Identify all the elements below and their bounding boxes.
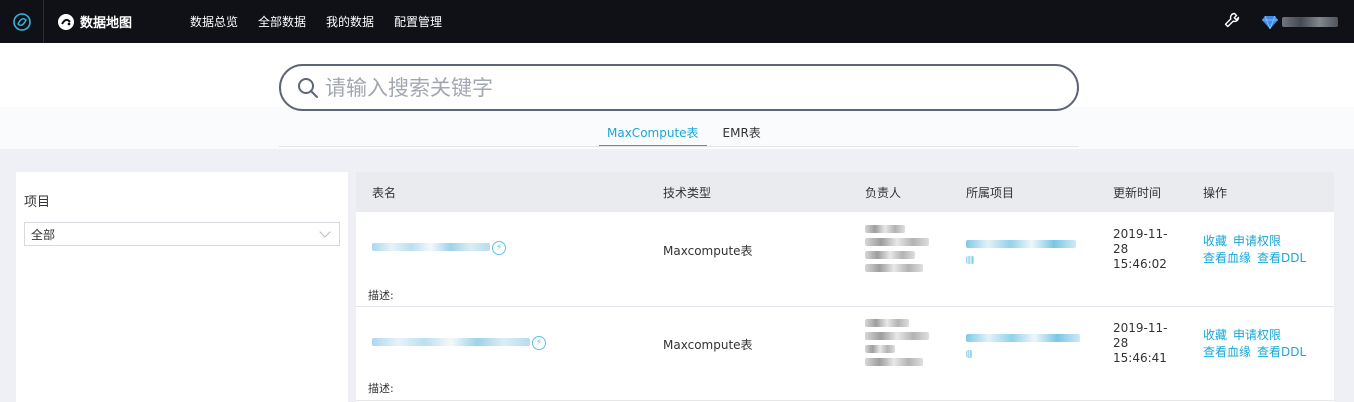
update-time: 2019-11-28 15:46:41 (1113, 321, 1168, 365)
owner-redacted (865, 317, 931, 369)
nav-my-data[interactable]: 我的数据 (326, 13, 374, 30)
col-tech-type: 技术类型 (663, 186, 712, 200)
lightning-icon: ⚡ (492, 240, 506, 255)
brand[interactable]: 数据地图 (58, 0, 132, 43)
col-table-name: 表名 (372, 186, 397, 200)
project-link[interactable] (966, 330, 1080, 362)
header-tools (1224, 0, 1338, 43)
diamond-user-icon (1262, 15, 1278, 29)
username-redacted (1282, 16, 1338, 27)
swirl-logo-icon (12, 12, 31, 31)
search-box[interactable] (279, 64, 1079, 111)
table-row: ⚡ Maxcompute表 2019-11-28 15:46:41 收藏 申请权限… (356, 307, 1334, 401)
main-nav: 数据总览 全部数据 我的数据 配置管理 (190, 0, 442, 43)
search-input[interactable] (325, 75, 1025, 100)
project-select-value: 全部 (31, 227, 56, 242)
app-logo[interactable] (0, 0, 44, 43)
description-label: 描述: (368, 289, 394, 302)
view-lineage-link[interactable]: 查看血缘 (1203, 251, 1251, 265)
project-select[interactable]: 全部 (24, 222, 340, 246)
table-header: 表名 技术类型 负责人 所属项目 更新时间 操作 (356, 172, 1334, 212)
tab-maxcompute[interactable]: MaxCompute表 (599, 121, 707, 147)
nav-all-data[interactable]: 全部数据 (258, 13, 306, 30)
favorite-link[interactable]: 收藏 (1203, 234, 1227, 248)
request-permission-link[interactable]: 申请权限 (1233, 328, 1281, 342)
project-link[interactable] (966, 236, 1076, 268)
map-brand-icon (58, 13, 74, 30)
top-navbar: 数据地图 数据总览 全部数据 我的数据 配置管理 (0, 0, 1354, 43)
wrench-icon[interactable] (1224, 12, 1240, 31)
table-row: ⚡ Maxcompute表 2019-11-28 15:46:02 收藏 申请权限… (356, 213, 1334, 307)
view-ddl-link[interactable]: 查看DDL (1257, 251, 1306, 265)
col-update-time: 更新时间 (1113, 186, 1162, 200)
view-ddl-link[interactable]: 查看DDL (1257, 345, 1306, 359)
col-owner: 负责人 (865, 186, 902, 200)
table-name-link[interactable]: ⚡ (372, 335, 546, 350)
filter-panel: 项目 全部 (16, 172, 348, 402)
table-name-redacted (372, 338, 530, 346)
request-permission-link[interactable]: 申请权限 (1233, 234, 1281, 248)
row-actions: 收藏 申请权限 查看血缘 查看DDL (1203, 327, 1312, 361)
search-area: MaxCompute表 EMR表 (0, 43, 1354, 149)
nav-overview[interactable]: 数据总览 (190, 13, 238, 30)
filter-title: 项目 (24, 195, 51, 210)
table-type-tabs: MaxCompute表 EMR表 (599, 121, 769, 147)
col-actions: 操作 (1203, 186, 1228, 200)
description-label: 描述: (368, 382, 394, 395)
chevron-down-icon (319, 226, 331, 238)
divider (279, 146, 1079, 147)
owner-redacted (865, 223, 931, 275)
lightning-icon: ⚡ (532, 335, 546, 350)
table-name-redacted (372, 243, 490, 251)
tab-emr[interactable]: EMR表 (715, 121, 769, 147)
search-icon (298, 77, 318, 98)
col-project: 所属项目 (966, 186, 1015, 200)
table-name-link[interactable]: ⚡ (372, 240, 506, 255)
tech-type: Maxcompute表 (663, 244, 753, 258)
nav-config[interactable]: 配置管理 (394, 13, 442, 30)
app-title: 数据地图 (80, 16, 133, 31)
user-menu[interactable] (1262, 15, 1338, 29)
view-lineage-link[interactable]: 查看血缘 (1203, 345, 1251, 359)
favorite-link[interactable]: 收藏 (1203, 328, 1227, 342)
tech-type: Maxcompute表 (663, 338, 753, 352)
update-time: 2019-11-28 15:46:02 (1113, 227, 1168, 271)
data-table: 表名 技术类型 负责人 所属项目 更新时间 操作 ⚡ Maxcompute表 2… (356, 172, 1334, 402)
row-actions: 收藏 申请权限 查看血缘 查看DDL (1203, 233, 1312, 267)
